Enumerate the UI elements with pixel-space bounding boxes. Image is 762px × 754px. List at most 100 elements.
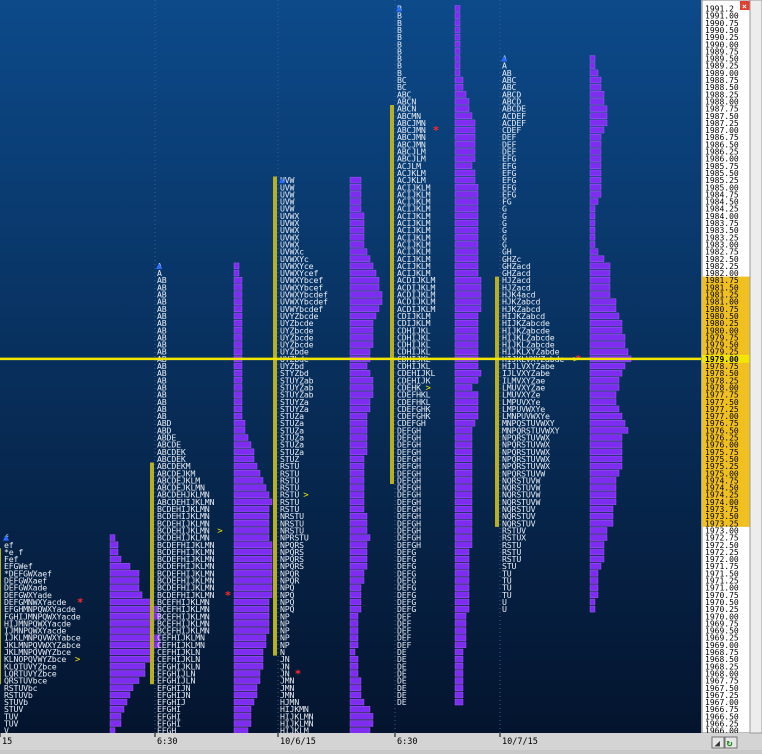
histogram-bar <box>233 727 249 734</box>
histogram-bar <box>454 212 479 220</box>
histogram-bar <box>589 248 599 255</box>
histogram-bar <box>349 613 359 620</box>
time-tick-label: 6:30 <box>157 737 177 747</box>
time-tick-label: 10/6/15 <box>280 737 316 747</box>
poc-marker: * <box>433 124 440 137</box>
histogram-bar <box>233 655 264 663</box>
histogram-bar <box>349 226 365 234</box>
histogram-bar <box>454 5 461 12</box>
histogram-bar <box>233 691 258 699</box>
histogram-bar <box>454 41 461 48</box>
histogram-bar <box>454 112 473 119</box>
histogram-bar <box>109 555 122 563</box>
histogram-bar <box>349 284 380 291</box>
histogram-bar <box>233 684 258 691</box>
histogram-bar <box>349 205 362 212</box>
histogram-bar <box>233 484 267 491</box>
histogram-bar <box>589 226 596 234</box>
histogram-bar <box>454 262 479 270</box>
histogram-bar <box>349 641 359 649</box>
histogram-bar <box>454 269 479 277</box>
histogram-bar <box>349 462 365 470</box>
histogram-bar <box>454 298 482 305</box>
histogram-bar <box>589 76 602 84</box>
histogram-bar <box>454 105 470 112</box>
histogram-bar <box>233 348 243 355</box>
histogram-bar <box>589 112 608 119</box>
histogram-bar <box>454 634 467 641</box>
histogram-bar <box>349 341 374 348</box>
histogram-bar <box>454 441 473 448</box>
histogram-bar <box>589 319 623 327</box>
histogram-bar <box>109 627 152 634</box>
histogram-bar <box>349 176 362 184</box>
histogram-bar <box>589 462 623 470</box>
histogram-bar <box>454 505 473 513</box>
histogram-bar <box>589 55 596 62</box>
histogram-bar <box>589 176 602 184</box>
histogram-bar <box>349 405 371 413</box>
close-marker: > <box>426 384 432 394</box>
histogram-bar <box>454 184 479 191</box>
histogram-bar <box>233 420 246 427</box>
histogram-bar <box>349 713 374 720</box>
histogram-bar <box>454 98 470 105</box>
histogram-bar <box>454 205 479 212</box>
histogram-bar <box>454 577 470 584</box>
histogram-bar <box>349 727 371 734</box>
histogram-bar <box>349 219 365 227</box>
histogram-bar <box>233 698 255 706</box>
histogram-bar <box>233 291 243 298</box>
tpo-row: U <box>502 604 507 614</box>
histogram-bar <box>454 141 476 148</box>
histogram-bar <box>454 512 473 520</box>
histogram-bar <box>589 591 599 598</box>
histogram-bar <box>233 620 270 627</box>
histogram-bar <box>109 655 152 663</box>
histogram-bar <box>454 33 461 41</box>
histogram-bar <box>589 477 617 484</box>
histogram-bar <box>589 341 626 348</box>
histogram-bar <box>349 663 359 670</box>
histogram-bar <box>454 12 461 19</box>
histogram-bar <box>233 298 243 305</box>
histogram-bar <box>109 591 143 598</box>
histogram-bar <box>454 191 479 198</box>
histogram-bar <box>589 305 617 312</box>
histogram-bar <box>589 312 620 320</box>
histogram-bar <box>233 405 243 413</box>
time-tick-label: 6:30 <box>397 737 417 747</box>
refresh-button[interactable]: ↻ <box>724 736 738 749</box>
histogram-bar <box>454 670 464 677</box>
zoom-button[interactable]: ◢ <box>711 736 725 749</box>
vertical-scrollbar[interactable] <box>749 0 762 734</box>
histogram-bar <box>589 198 599 205</box>
histogram-bar <box>454 691 464 699</box>
histogram-bar <box>233 520 270 527</box>
histogram-bar <box>589 420 626 427</box>
histogram-bar <box>233 584 273 591</box>
histogram-bar <box>349 706 371 713</box>
histogram-bar <box>454 477 473 484</box>
histogram-bar <box>349 298 383 305</box>
histogram-bar <box>349 648 356 656</box>
histogram-bar <box>233 312 243 320</box>
poc-marker: * <box>77 596 84 609</box>
histogram-bar <box>589 155 602 162</box>
histogram-bar <box>589 162 602 169</box>
close-button[interactable]: × <box>740 1 750 11</box>
histogram-bar <box>233 634 267 641</box>
histogram-bar <box>589 605 596 613</box>
histogram-bar <box>589 205 596 212</box>
histogram-bar <box>349 412 368 420</box>
histogram-bar <box>454 334 479 341</box>
histogram-bar <box>109 663 146 670</box>
histogram-bar <box>454 648 464 656</box>
histogram-bar <box>589 69 599 77</box>
value-area-bar <box>390 105 394 484</box>
histogram-bar <box>454 677 464 684</box>
histogram-bar <box>589 563 602 570</box>
histogram-bar <box>349 477 365 484</box>
histogram-bar <box>454 198 479 205</box>
histogram-bar <box>109 684 134 691</box>
